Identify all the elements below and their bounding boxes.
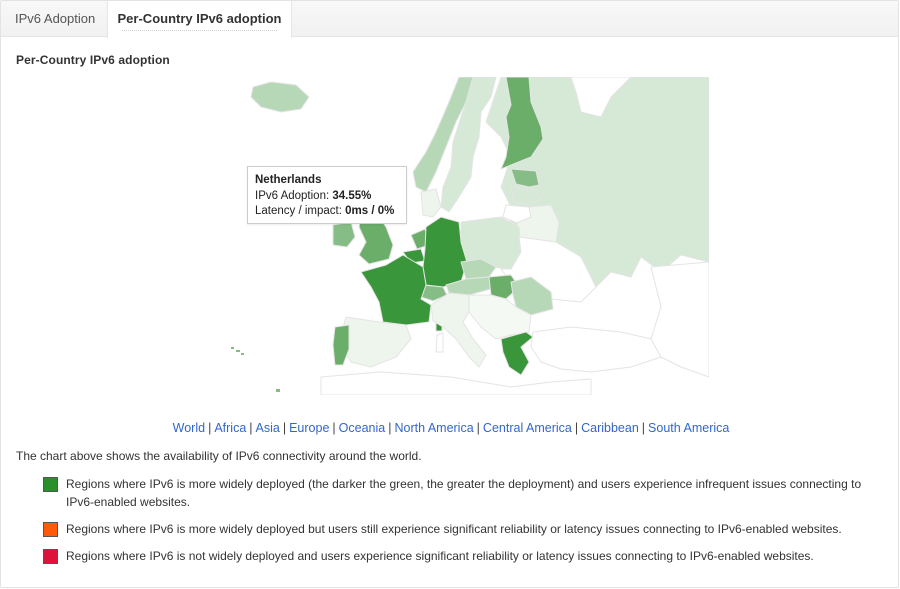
map-tooltip: Netherlands IPv6 Adoption: 34.55% Latenc… xyxy=(247,166,407,224)
panel: IPv6 Adoption Per-Country IPv6 adoption … xyxy=(0,0,899,588)
link-separator: | xyxy=(476,421,480,435)
legend-item-green: Regions where IPv6 is more widely deploy… xyxy=(43,475,873,511)
region-links: World | Africa | Asia | Europe | Oceania | North A… xyxy=(1,421,900,435)
country-spain[interactable] xyxy=(338,316,412,368)
chart-description: The chart above shows the availability o… xyxy=(16,449,422,463)
tooltip-adoption-label: IPv6 Adoption: xyxy=(255,189,330,202)
tooltip-latency-value: 0ms / 0% xyxy=(345,205,395,217)
legend-swatch-orange xyxy=(43,522,58,537)
tab-label: Per-Country IPv6 adoption xyxy=(117,11,282,26)
country-france[interactable] xyxy=(360,254,432,326)
tooltip-latency-label: Latency / impact: xyxy=(255,205,342,217)
link-separator: | xyxy=(641,421,646,435)
country-ireland[interactable] xyxy=(332,221,356,248)
legend-text: Regions where IPv6 is not widely deploye… xyxy=(66,549,814,563)
geo-map[interactable] xyxy=(211,77,709,395)
country-sardinia[interactable] xyxy=(435,332,444,353)
region-link-africa[interactable]: Africa xyxy=(214,421,246,435)
link-separator: | xyxy=(282,421,287,435)
region-link-oceania[interactable]: Oceania xyxy=(339,421,386,435)
map-svg[interactable] xyxy=(211,77,709,395)
legend-item-red: Regions where IPv6 is not widely deploye… xyxy=(43,547,873,565)
link-separator: | xyxy=(574,421,579,435)
tab-bar: IPv6 Adoption Per-Country IPv6 adoption xyxy=(1,1,898,38)
section-title: Per-Country IPv6 adoption xyxy=(16,53,170,67)
country-denmark[interactable] xyxy=(420,188,442,218)
region-link-south-america[interactable]: South America xyxy=(648,421,729,435)
legend-text: Regions where IPv6 is more widely deploy… xyxy=(66,522,842,536)
region-link-central-america[interactable]: Central America xyxy=(483,421,572,435)
link-separator: | xyxy=(332,421,336,435)
tab-ipv6-adoption[interactable]: IPv6 Adoption xyxy=(15,1,95,37)
link-separator: | xyxy=(208,421,212,435)
tooltip-adoption: IPv6 Adoption: 34.55% xyxy=(255,189,399,205)
legend-swatch-green xyxy=(43,477,58,492)
country-greece[interactable] xyxy=(500,331,534,376)
country-iceland[interactable] xyxy=(250,81,310,113)
region-link-asia[interactable]: Asia xyxy=(256,421,280,435)
legend-swatch-red xyxy=(43,549,58,564)
tab-focus-underline xyxy=(122,30,277,31)
country-germany[interactable] xyxy=(422,216,468,288)
country-turkey[interactable] xyxy=(530,326,662,373)
country-kazakhstan[interactable] xyxy=(650,261,709,378)
legend: Regions where IPv6 is more widely deploy… xyxy=(43,475,873,574)
region-link-caribbean[interactable]: Caribbean xyxy=(581,421,639,435)
legend-text: Regions where IPv6 is more widely deploy… xyxy=(66,477,862,509)
region-link-world[interactable]: World xyxy=(173,421,205,435)
region-link-north-america[interactable]: North America xyxy=(394,421,473,435)
azores-islands xyxy=(231,347,280,392)
tooltip-latency: Latency / impact: 0ms / 0% xyxy=(255,204,399,220)
country-portugal[interactable] xyxy=(332,324,350,366)
country-northafrica[interactable] xyxy=(320,371,592,395)
country-sweden[interactable] xyxy=(440,77,497,213)
legend-item-orange: Regions where IPv6 is more widely deploy… xyxy=(43,520,873,538)
region-link-europe[interactable]: Europe xyxy=(289,421,329,435)
tooltip-country: Netherlands xyxy=(255,174,322,186)
tab-per-country-ipv6-adoption[interactable]: Per-Country IPv6 adoption xyxy=(107,1,292,38)
tooltip-adoption-value: 34.55% xyxy=(332,189,372,202)
link-separator: | xyxy=(249,421,253,435)
